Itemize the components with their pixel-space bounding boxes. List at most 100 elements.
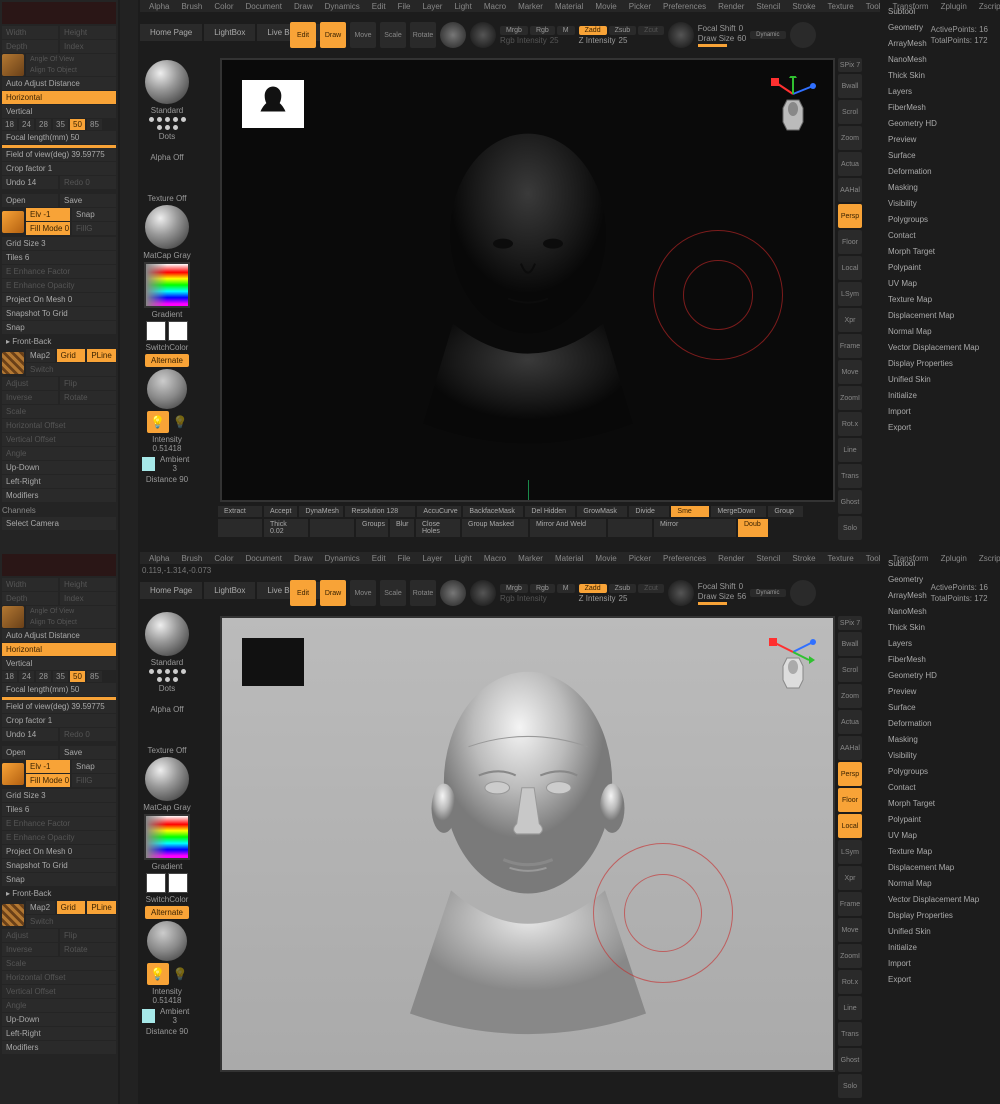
light-sphere[interactable] [147, 921, 187, 961]
rtool-floor[interactable]: Floor [838, 788, 862, 812]
rgb-toggle[interactable]: Rgb [530, 26, 555, 35]
rtool-line-fill[interactable]: Line [838, 996, 862, 1020]
palette-vector-displacement-map[interactable]: Vector Displacement Map [884, 892, 994, 908]
focal-preset-35[interactable]: 35 [53, 119, 68, 130]
menu-brush[interactable]: Brush [176, 2, 207, 11]
group-masked[interactable]: Group Masked [462, 519, 528, 537]
palette-visibility[interactable]: Visibility [884, 196, 994, 212]
rtool-solo[interactable]: Solo [838, 516, 862, 540]
mrgb-toggle[interactable]: Mrgb [500, 584, 528, 593]
menu-picker[interactable]: Picker [624, 2, 656, 11]
elev[interactable]: Elv -1 [26, 208, 70, 221]
light-distance[interactable]: Distance 90 [146, 1027, 188, 1036]
sp1[interactable] [218, 519, 262, 537]
lp-save[interactable]: Save [60, 746, 116, 759]
rtool-transp[interactable]: Trans [838, 464, 862, 488]
palette-unified-skin[interactable]: Unified Skin [884, 924, 994, 940]
viewport[interactable] [220, 616, 835, 1072]
stroke-dots[interactable] [147, 669, 187, 682]
lp-align-to-object[interactable]: Align To Object [26, 617, 116, 628]
tab-lightbox[interactable]: LightBox [204, 24, 255, 41]
rtool-actual[interactable]: Actua [838, 710, 862, 734]
lp-height[interactable]: Height [60, 578, 116, 591]
lp-crop-factor-1[interactable]: Crop factor 1 [2, 162, 116, 175]
lp-horizontal-offset[interactable]: Horizontal Offset [2, 971, 116, 984]
light-on-icon[interactable]: 💡 [147, 963, 169, 985]
snap[interactable]: Snap [72, 208, 116, 221]
left-tray[interactable] [120, 0, 138, 552]
spix[interactable]: SPix 7 [838, 616, 862, 630]
lp-index[interactable]: Index [60, 40, 116, 53]
menu-draw[interactable]: Draw [289, 2, 318, 11]
palette-masking[interactable]: Masking [884, 180, 994, 196]
palette-morph-target[interactable]: Morph Target [884, 796, 994, 812]
stroke-dots-label[interactable]: Dots [159, 132, 175, 141]
gradient[interactable]: Gradient [152, 310, 183, 319]
dynamic-toggle[interactable]: Dynamic [750, 589, 785, 597]
palette-import[interactable]: Import [884, 956, 994, 972]
del-hidden[interactable]: Del Hidden [525, 506, 575, 517]
menu-light[interactable]: Light [449, 2, 476, 11]
rtool-scroll[interactable]: Scrol [838, 658, 862, 682]
rtool-rot-xyz[interactable]: Rot.x [838, 412, 862, 436]
brush-sphere[interactable] [145, 757, 189, 801]
light-off-icon[interactable]: 💡 [173, 415, 188, 429]
focal-preset-35[interactable]: 35 [53, 671, 68, 682]
lp-switch[interactable]: Switch [26, 915, 116, 928]
rtool-transp[interactable]: Trans [838, 1022, 862, 1046]
menu-edit[interactable]: Edit [367, 554, 391, 563]
menu-material[interactable]: Material [550, 2, 588, 11]
lp-auto-adjust-distance[interactable]: Auto Adjust Distance [2, 629, 116, 642]
lp-flip[interactable]: Flip [60, 377, 116, 390]
m-toggle[interactable]: M [557, 26, 575, 35]
rtool-aahalf[interactable]: AAHal [838, 178, 862, 202]
lp-vertical-offset[interactable]: Vertical Offset [2, 433, 116, 446]
zcut-toggle[interactable]: Zcut [638, 26, 664, 35]
z-intensity-value[interactable]: 25 [619, 36, 628, 45]
menu-alpha[interactable]: Alpha [144, 2, 174, 11]
menu-stroke[interactable]: Stroke [787, 554, 820, 563]
light-intensity[interactable]: Intensity 0.51418 [142, 435, 192, 453]
lp-project-on-mesh-0[interactable]: Project On Mesh 0 [2, 293, 116, 306]
z-intensity-value[interactable]: 25 [619, 594, 628, 603]
lp-focal-length-mm-50[interactable]: Focal length(mm) 50 [2, 131, 116, 144]
lp-horizontal[interactable]: Horizontal [2, 91, 116, 104]
backface-mask[interactable]: BackfaceMask [463, 506, 523, 517]
menu-stencil[interactable]: Stencil [751, 554, 785, 563]
lp-depth[interactable]: Depth [2, 40, 58, 53]
ambient-color[interactable] [142, 457, 155, 471]
palette-geometry-hd[interactable]: Geometry HD [884, 668, 994, 684]
rtool-persp[interactable]: Persp [838, 762, 862, 786]
ambient-color[interactable] [142, 1009, 155, 1023]
palette-export[interactable]: Export [884, 420, 994, 436]
lp-open[interactable]: Open [2, 746, 58, 759]
ambient[interactable]: Ambient 3 [157, 1007, 192, 1025]
focal-shift-value[interactable]: 0 [739, 582, 743, 591]
color-swatches[interactable] [146, 873, 188, 893]
viewport[interactable] [220, 58, 835, 502]
rtool-frame[interactable]: Frame [838, 892, 862, 916]
lp-tiles-6[interactable]: Tiles 6 [2, 803, 116, 816]
lp-width[interactable]: Width [2, 578, 58, 591]
menu-render[interactable]: Render [713, 554, 749, 563]
group[interactable]: Group [768, 506, 803, 517]
palette-masking[interactable]: Masking [884, 732, 994, 748]
palette-uv-map[interactable]: UV Map [884, 828, 994, 844]
zsub-toggle[interactable]: Zsub [609, 584, 637, 593]
snap[interactable]: Snap [72, 760, 116, 773]
lp-auto-adjust-distance[interactable]: Auto Adjust Distance [2, 77, 116, 90]
draw-size-value[interactable]: 56 [737, 592, 746, 601]
palette-surface[interactable]: Surface [884, 148, 994, 164]
menu-preferences[interactable]: Preferences [658, 2, 711, 11]
lp-redo-0[interactable]: Redo 0 [60, 728, 116, 741]
focal-preset-85[interactable]: 85 [87, 671, 102, 682]
brush-sphere[interactable] [145, 60, 189, 104]
axis-gizmo[interactable] [769, 634, 817, 692]
lp-redo-0[interactable]: Redo 0 [60, 176, 116, 189]
palette-visibility[interactable]: Visibility [884, 748, 994, 764]
lp-snap[interactable]: Snap [2, 873, 116, 886]
rtool-floor[interactable]: Floor [838, 230, 862, 254]
menu-dynamics[interactable]: Dynamics [320, 554, 365, 563]
lp-height[interactable]: Height [60, 26, 116, 39]
brush-standard[interactable]: Standard [151, 658, 183, 667]
